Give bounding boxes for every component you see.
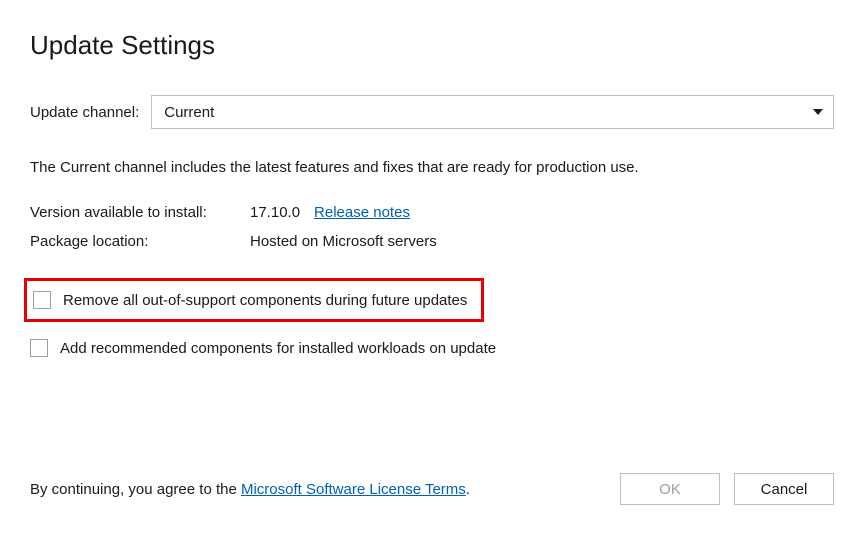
update-channel-label: Update channel: <box>30 104 139 121</box>
package-location-value: Hosted on Microsoft servers <box>250 233 834 250</box>
page-title: Update Settings <box>30 30 834 61</box>
update-channel-select[interactable]: Current <box>151 95 834 129</box>
highlight-box: Remove all out-of-support components dur… <box>24 278 484 322</box>
remove-oos-checkbox[interactable] <box>33 291 51 309</box>
license-terms-link[interactable]: Microsoft Software License Terms <box>241 481 466 498</box>
chevron-down-icon <box>813 109 823 115</box>
update-channel-value: Current <box>164 104 214 121</box>
ok-button[interactable]: OK <box>620 473 720 505</box>
version-label: Version available to install: <box>30 204 250 221</box>
add-recommended-label: Add recommended components for installed… <box>60 340 496 357</box>
remove-oos-label: Remove all out-of-support components dur… <box>63 292 467 309</box>
channel-description: The Current channel includes the latest … <box>30 159 834 176</box>
add-recommended-checkbox[interactable] <box>30 339 48 357</box>
legal-text: By continuing, you agree to the Microsof… <box>30 481 470 498</box>
legal-prefix: By continuing, you agree to the <box>30 481 241 498</box>
legal-suffix: . <box>466 481 470 498</box>
version-value: 17.10.0 <box>250 204 300 221</box>
cancel-button[interactable]: Cancel <box>734 473 834 505</box>
release-notes-link[interactable]: Release notes <box>314 204 410 221</box>
package-location-label: Package location: <box>30 233 250 250</box>
